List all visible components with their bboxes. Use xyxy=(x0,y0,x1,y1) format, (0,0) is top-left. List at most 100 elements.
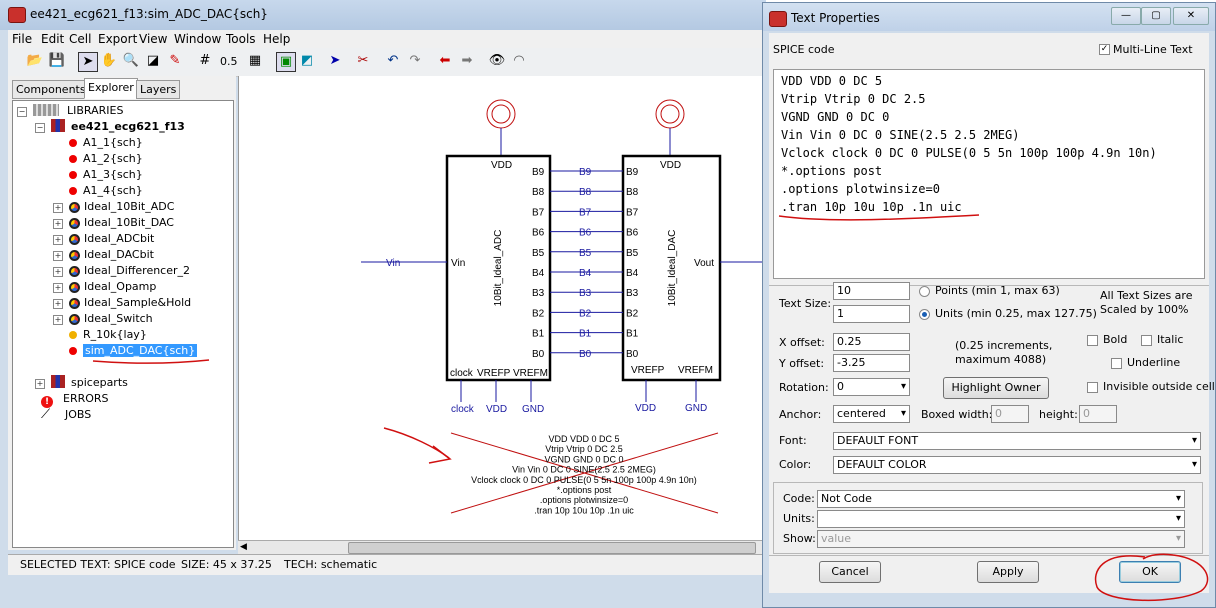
tree-item-library[interactable]: ee421_ecg621_f13 xyxy=(51,119,185,135)
expand-toggle-icon[interactable]: + xyxy=(53,315,63,325)
tree-item-cell[interactable]: Ideal_10Bit_ADC xyxy=(69,199,174,215)
schematic-canvas[interactable]: B9 B9 B9 B8 B8 B8 B7 B7 B7 B6 B6 B6 B5 B5 B5 B4 B4 B4 B3 B3… xyxy=(238,76,765,540)
expand-toggle-icon[interactable]: + xyxy=(53,219,63,229)
menu-help[interactable]: Help xyxy=(263,32,290,46)
expand-toggle-icon[interactable]: + xyxy=(53,251,63,261)
points-field[interactable]: 10 xyxy=(833,282,910,300)
units-field[interactable]: 1 xyxy=(833,305,910,323)
minimize-button[interactable]: — xyxy=(1111,7,1141,25)
expand-toggle-icon[interactable]: + xyxy=(53,203,63,213)
redo-icon[interactable]: ↷ xyxy=(406,52,424,70)
tree-item-cell[interactable]: sim_ADC_DAC{sch} xyxy=(69,343,198,359)
underline-checkbox[interactable] xyxy=(1111,358,1122,369)
expand-toggle-icon[interactable]: + xyxy=(53,267,63,277)
italic-checkbox[interactable] xyxy=(1141,335,1152,346)
color-select[interactable]: DEFAULT COLOR xyxy=(833,456,1201,474)
tree-item-cell[interactable]: A1_4{sch} xyxy=(69,183,143,199)
eye-closed-icon[interactable]: ◠ xyxy=(510,52,528,70)
font-select[interactable]: DEFAULT FONT xyxy=(833,432,1201,450)
units-select[interactable] xyxy=(817,510,1185,528)
tab-explorer[interactable]: Explorer xyxy=(84,78,138,99)
collapse-toggle-icon[interactable]: − xyxy=(35,123,45,133)
spice-canvas-line[interactable]: Vclock clock 0 DC 0 PULSE(0 5 5n 100p 10… xyxy=(471,475,697,485)
x-offset-field[interactable]: 0.25 xyxy=(833,333,910,351)
spice-canvas-line[interactable]: Vin Vin 0 DC 0 SINE(2.5 2.5 2MEG) xyxy=(512,465,656,475)
grid-icon[interactable]: # xyxy=(196,52,214,70)
tree-item-cell[interactable]: Ideal_Sample&Hold xyxy=(69,295,191,311)
grid-toggle-icon[interactable]: ▦ xyxy=(246,52,264,70)
pointer-icon[interactable]: ➤ xyxy=(326,52,344,70)
forward-arrow-icon[interactable]: ➡ xyxy=(458,52,476,70)
zoom-icon[interactable]: 🔍 xyxy=(122,52,140,70)
rotation-select[interactable]: 0 xyxy=(833,378,910,396)
expand-toggle-icon[interactable]: + xyxy=(35,379,45,389)
apply-button[interactable]: Apply xyxy=(977,561,1039,583)
code-select[interactable]: Not Code xyxy=(817,490,1185,508)
bold-checkbox[interactable] xyxy=(1087,335,1098,346)
y-offset-field[interactable]: -3.25 xyxy=(833,354,910,372)
special-select-icon[interactable]: ◩ xyxy=(298,52,316,70)
collapse-toggle-icon[interactable]: − xyxy=(17,107,27,117)
main-title-bar[interactable]: ee421_ecg621_f13:sim_ADC_DAC{sch} xyxy=(0,0,766,30)
scroll-thumb[interactable] xyxy=(348,542,756,554)
expand-toggle-icon[interactable]: + xyxy=(53,235,63,245)
menu-export[interactable]: Export xyxy=(98,32,137,46)
tab-components[interactable]: Components xyxy=(12,80,90,99)
spice-canvas-line[interactable]: Vtrip Vtrip 0 DC 2.5 xyxy=(545,444,623,454)
horizontal-scrollbar[interactable]: ◀ xyxy=(238,540,764,555)
tree-item-cell[interactable]: Ideal_Differencer_2 xyxy=(69,263,190,279)
full-select-icon[interactable]: ▣ xyxy=(276,52,296,72)
measure-icon[interactable]: ✎ xyxy=(166,52,184,70)
tree-item-cell[interactable]: A1_3{sch} xyxy=(69,167,143,183)
dialog-title-bar[interactable]: Text Properties — ▢ ✕ xyxy=(763,3,1215,31)
tree-item-cell[interactable]: Ideal_Opamp xyxy=(69,279,156,295)
open-icon[interactable]: 📂 xyxy=(26,52,44,70)
invisible-checkbox[interactable] xyxy=(1087,382,1098,393)
highlight-owner-button[interactable]: Highlight Owner xyxy=(943,377,1049,399)
tab-layers[interactable]: Layers xyxy=(136,80,181,99)
menu-cell[interactable]: Cell xyxy=(69,32,91,46)
spice-canvas-line[interactable]: *.options post xyxy=(557,485,612,495)
tree-item-errors[interactable]: ! ERRORS xyxy=(41,391,109,408)
maximize-button[interactable]: ▢ xyxy=(1141,7,1171,25)
tree-item-cell[interactable]: A1_2{sch} xyxy=(69,151,143,167)
menu-tools[interactable]: Tools xyxy=(226,32,256,46)
cut-wire-icon[interactable]: ✂ xyxy=(354,52,372,70)
eye-icon[interactable]: 👁 xyxy=(488,52,506,70)
tree-item-libraries[interactable]: LIBRARIES xyxy=(33,103,123,119)
tree-item-cell[interactable]: Ideal_ADCbit xyxy=(69,231,154,247)
cell-icon xyxy=(69,250,80,261)
spice-canvas-line[interactable]: .tran 10p 10u 10p .1n uic xyxy=(534,505,634,515)
menu-view[interactable]: View xyxy=(139,32,167,46)
close-button[interactable]: ✕ xyxy=(1173,7,1209,25)
spice-canvas-line[interactable]: VDD VDD 0 DC 5 xyxy=(548,434,619,444)
points-radio[interactable] xyxy=(919,286,930,297)
outline-edit-icon[interactable]: ◪ xyxy=(144,52,162,70)
spice-canvas-line[interactable]: VGND GND 0 DC 0 xyxy=(544,454,623,464)
spice-canvas-line[interactable]: .options plotwinsize=0 xyxy=(540,495,628,505)
save-icon[interactable]: 💾 xyxy=(48,52,66,70)
expand-toggle-icon[interactable]: + xyxy=(53,283,63,293)
tree-item-cell[interactable]: R_10k{lay} xyxy=(69,327,147,343)
boxed-width-field[interactable]: 0 xyxy=(991,405,1029,423)
expand-toggle-icon[interactable]: + xyxy=(53,299,63,309)
pan-hand-icon[interactable]: ✋ xyxy=(100,52,118,70)
cancel-button[interactable]: Cancel xyxy=(819,561,881,583)
height-field[interactable]: 0 xyxy=(1079,405,1117,423)
undo-icon[interactable]: ↶ xyxy=(384,52,402,70)
dac-bit-pin: B9 xyxy=(626,167,639,178)
tree-item-jobs[interactable]: ⟋ JOBS xyxy=(41,407,91,423)
tree-item-cell[interactable]: Ideal_10Bit_DAC xyxy=(69,215,174,231)
tree-item-spiceparts[interactable]: spiceparts xyxy=(51,375,128,391)
tree-item-cell[interactable]: Ideal_Switch xyxy=(69,311,153,327)
scroll-left-icon[interactable]: ◀ xyxy=(240,542,247,552)
back-arrow-icon[interactable]: ⬅ xyxy=(436,52,454,70)
tree-item-cell[interactable]: Ideal_DACbit xyxy=(69,247,154,263)
tree-item-cell[interactable]: A1_1{sch} xyxy=(69,135,143,151)
menu-edit[interactable]: Edit xyxy=(41,32,64,46)
units-radio[interactable] xyxy=(919,309,930,320)
menu-file[interactable]: File xyxy=(12,32,32,46)
anchor-select[interactable]: centered xyxy=(833,405,910,423)
menu-window[interactable]: Window xyxy=(174,32,221,46)
select-arrow-icon[interactable]: ➤ xyxy=(78,52,98,72)
